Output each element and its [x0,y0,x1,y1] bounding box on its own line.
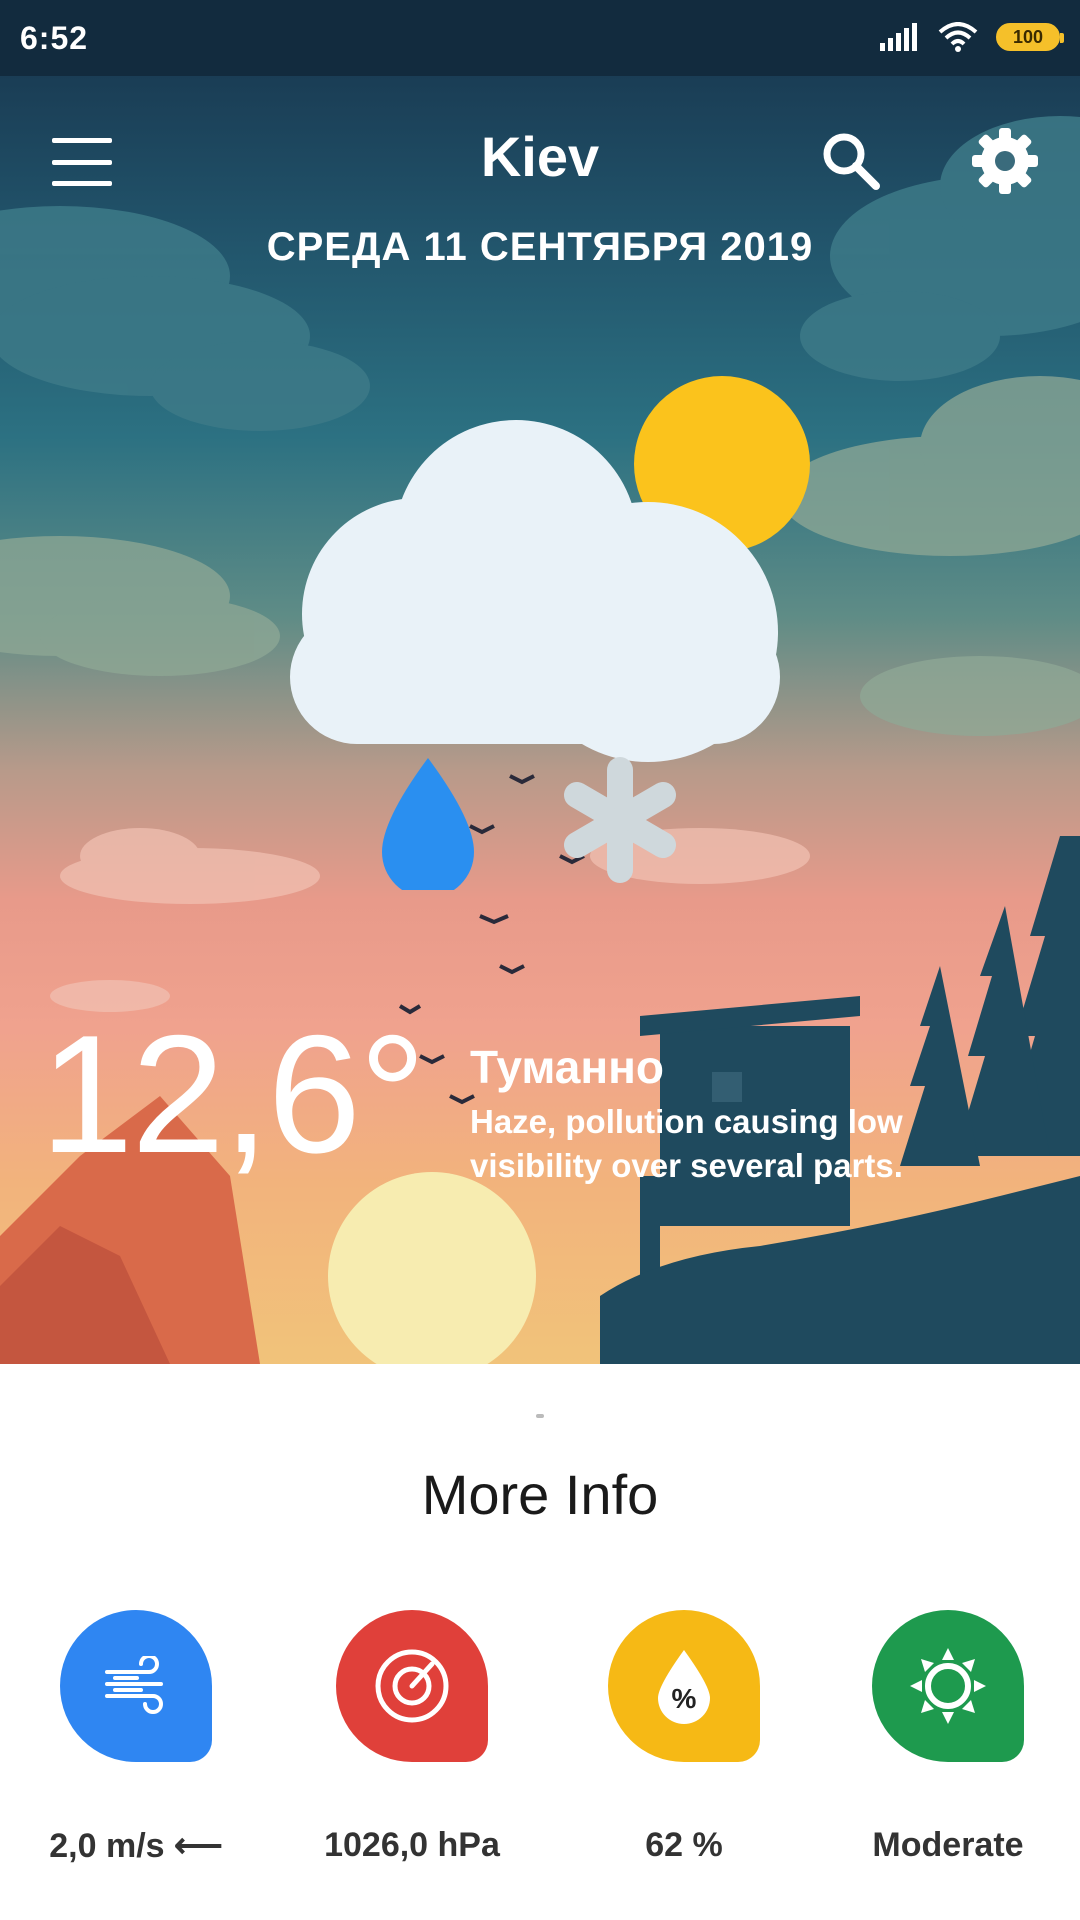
sun-icon [872,1610,1024,1762]
gear-icon[interactable] [970,126,1040,196]
city-title: Kiev [480,125,600,188]
app-screen: 6:52 100 Kiev СРЕДА 11 СЕНТЯБРЯ 2019 12,… [0,0,1080,1920]
more-info-title: More Info [421,1463,659,1526]
humidity-value: 62 % [645,1826,723,1864]
status-time: 6:52 [20,20,89,56]
cloud-sun-rain-snow-icon [290,376,810,890]
weather-description: Haze, pollution causing low visibility o… [470,1103,903,1184]
status-icons: 100 [880,22,1064,52]
info-item-uv[interactable]: Moderate [822,1610,1024,1890]
sheet-handle[interactable] [536,1414,544,1418]
weather-condition: Туманно [470,1041,664,1093]
rain-drop-icon [382,758,474,890]
more-info-sheet[interactable]: More Info 2,0 m/s ⟵ 1026,0 hPa % 62 % Mo… [0,1364,1080,1920]
temperature-value: 12,6° [40,1000,426,1188]
wind-speed-value: 2,0 m/s ⟵ [49,1827,223,1865]
info-item-wind[interactable]: 2,0 m/s ⟵ [10,1610,223,1890]
wind-icon [60,1610,212,1762]
pressure-gauge-icon [336,1610,488,1762]
info-item-pressure[interactable]: 1026,0 hPa [286,1610,500,1890]
svg-text:%: % [672,1683,697,1714]
humidity-drop-icon: % [608,1610,760,1762]
more-info-grid: 2,0 m/s ⟵ 1026,0 hPa % 62 % Moderate [0,1610,1080,1910]
top-app-bar: Kiev [0,76,1080,236]
pressure-value: 1026,0 hPa [324,1826,500,1864]
battery-level: 100 [1012,26,1044,47]
signal-icon [880,23,917,51]
info-item-humidity[interactable]: % 62 % [558,1610,760,1890]
battery-icon: 100 [996,23,1064,51]
search-icon[interactable] [818,128,882,192]
weather-description-block: Туманно Haze, pollution causing low visi… [470,1040,1030,1188]
current-date: СРЕДА 11 СЕНТЯБРЯ 2019 [266,225,814,269]
status-bar: 6:52 100 [0,0,1080,76]
snowflake-icon [564,757,676,883]
wifi-icon [938,22,978,52]
uv-index-value: Moderate [872,1826,1024,1864]
